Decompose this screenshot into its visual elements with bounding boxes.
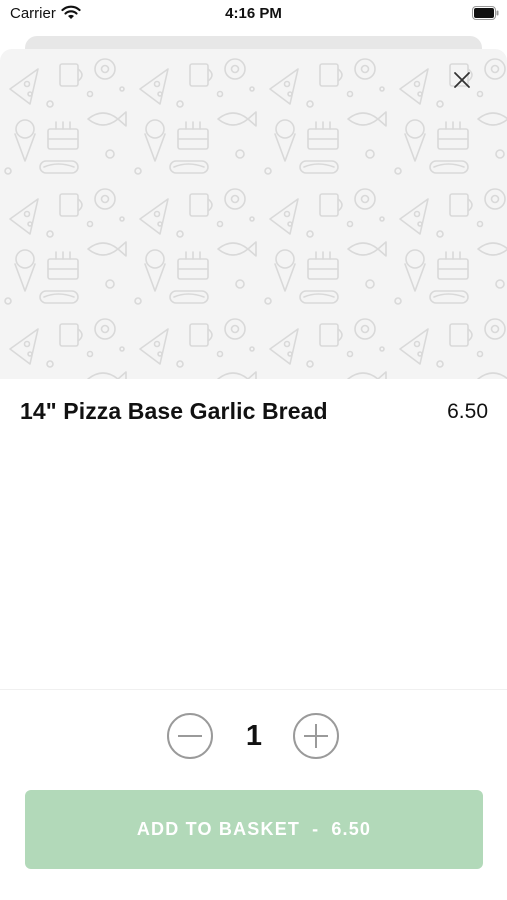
- close-button[interactable]: [447, 67, 477, 97]
- item-price: 6.50: [447, 400, 488, 423]
- clock: 4:16 PM: [225, 5, 282, 22]
- minus-icon: [178, 735, 202, 737]
- add-to-basket-separator: -: [312, 819, 320, 839]
- increase-quantity-button[interactable]: [293, 713, 339, 759]
- status-bar: Carrier 4:16 PM: [0, 0, 507, 30]
- battery-icon: [472, 6, 499, 20]
- add-to-basket-button[interactable]: ADD TO BASKET - 6.50: [25, 790, 483, 869]
- add-to-basket-price: 6.50: [331, 819, 372, 839]
- item-image-placeholder: [0, 49, 507, 379]
- decrease-quantity-button[interactable]: [167, 713, 213, 759]
- add-to-basket-label: ADD TO BASKET: [136, 819, 301, 839]
- quantity-value: 1: [245, 720, 263, 752]
- close-icon: [453, 71, 471, 94]
- divider: [0, 689, 507, 690]
- item-detail-modal: 14" Pizza Base Garlic Bread 6.50 1 ADD T…: [0, 49, 507, 900]
- item-title: 14" Pizza Base Garlic Bread: [20, 398, 328, 424]
